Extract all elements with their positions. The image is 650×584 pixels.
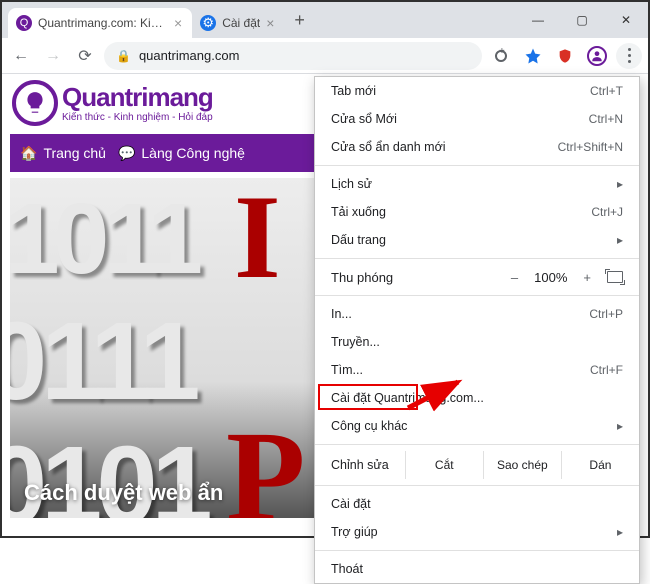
address-bar[interactable]: 🔒 quantrimang.com [104, 42, 482, 70]
lock-icon: 🔒 [116, 49, 131, 63]
menu-label: Dấu trang [331, 233, 386, 247]
logo-tagline: Kiến thức - Kinh nghiệm - Hỏi đáp [62, 112, 213, 123]
home-icon: 🏠 [20, 145, 37, 162]
hero-decor: 1011 [10, 182, 197, 297]
chevron-right-icon: ▸ [617, 525, 623, 539]
new-tab-button[interactable]: + [284, 10, 315, 31]
fullscreen-icon[interactable] [607, 271, 623, 283]
logo-text: Quantrimang [62, 84, 213, 110]
nav-tech[interactable]: 💬 Làng Công nghệ [118, 145, 245, 162]
close-icon[interactable]: × [174, 15, 182, 31]
zoom-out-button[interactable]: – [511, 270, 518, 285]
bookmark-star-icon[interactable] [520, 43, 546, 69]
menu-bookmarks[interactable]: Dấu trang ▸ [315, 226, 639, 254]
shield-icon[interactable] [552, 43, 578, 69]
menu-more-tools[interactable]: Công cụ khác ▸ [315, 412, 639, 440]
menu-new-tab[interactable]: Tab mới Ctrl+T [315, 77, 639, 105]
menu-shortcut: Ctrl+J [591, 205, 623, 219]
menu-print[interactable]: In... Ctrl+P [315, 300, 639, 328]
window-controls: — ▢ ✕ [516, 2, 648, 38]
menu-edit-row: Chỉnh sửa Cắt Sao chép Dán [315, 449, 639, 481]
favicon-quantrimang: Q [16, 15, 32, 31]
tab-settings[interactable]: ⚙ Cài đặt × [192, 8, 284, 38]
menu-shortcut: Ctrl+F [590, 363, 623, 377]
menu-zoom: Thu phóng – 100% + [315, 263, 639, 291]
nav-label: Làng Công nghệ [141, 145, 245, 161]
minimize-button[interactable]: — [516, 2, 560, 38]
menu-shortcut: Ctrl+N [589, 112, 623, 126]
chevron-right-icon: ▸ [617, 177, 623, 191]
menu-install-app[interactable]: Cài đặt Quantrimang.com... [315, 384, 639, 412]
close-window-button[interactable]: ✕ [604, 2, 648, 38]
menu-label: Cài đặt Quantrimang.com... [331, 391, 484, 405]
zoom-plus-icon[interactable] [488, 43, 514, 69]
menu-label: Lịch sử [331, 177, 372, 191]
tab-quantrimang[interactable]: Q Quantrimang.com: Kiến Th... × [8, 8, 192, 38]
menu-label: Truyền... [331, 335, 380, 349]
hero-decor: 0111 [10, 298, 195, 425]
menu-separator [315, 485, 639, 486]
edit-paste[interactable]: Dán [561, 451, 639, 479]
menu-settings[interactable]: Cài đặt [315, 490, 639, 518]
maximize-button[interactable]: ▢ [560, 2, 604, 38]
edit-cut[interactable]: Cắt [405, 451, 483, 479]
menu-separator [315, 258, 639, 259]
menu-label: Thu phóng [331, 270, 393, 285]
menu-label: Công cụ khác [331, 419, 407, 433]
menu-label: Trợ giúp [331, 525, 378, 539]
edit-copy[interactable]: Sao chép [483, 451, 561, 479]
nav-home[interactable]: 🏠 Trang chủ [20, 145, 106, 162]
menu-label: Cửa sổ Mới [331, 112, 397, 126]
zoom-in-button[interactable]: + [583, 270, 591, 285]
browser-toolbar: ← → ⟳ 🔒 quantrimang.com [2, 38, 648, 74]
reload-button[interactable]: ⟳ [72, 43, 98, 69]
close-icon[interactable]: × [266, 15, 274, 31]
chrome-main-menu: Tab mới Ctrl+T Cửa sổ Mới Ctrl+N Cửa sổ … [314, 76, 640, 584]
url-text: quantrimang.com [139, 48, 239, 63]
forward-button[interactable]: → [40, 43, 66, 69]
menu-help[interactable]: Trợ giúp ▸ [315, 518, 639, 546]
hero-title: Cách duyệt web ẩn [24, 480, 223, 506]
menu-history[interactable]: Lịch sử ▸ [315, 170, 639, 198]
menu-cast[interactable]: Truyền... [315, 328, 639, 356]
back-button[interactable]: ← [8, 43, 34, 69]
tab-title: Cài đặt [222, 16, 260, 30]
menu-separator [315, 444, 639, 445]
chevron-right-icon: ▸ [617, 233, 623, 247]
menu-button[interactable] [616, 43, 642, 69]
browser-titlebar: Q Quantrimang.com: Kiến Th... × ⚙ Cài đặ… [2, 2, 648, 38]
chat-icon: 💬 [118, 145, 135, 162]
menu-label: Tải xuống [331, 205, 386, 219]
gear-icon: ⚙ [200, 15, 216, 31]
menu-label: Chỉnh sửa [315, 458, 405, 472]
menu-label: Cài đặt [331, 497, 371, 511]
menu-find[interactable]: Tìm... Ctrl+F [315, 356, 639, 384]
chevron-right-icon: ▸ [617, 419, 623, 433]
menu-separator [315, 550, 639, 551]
menu-label: Tìm... [331, 363, 363, 377]
menu-label: In... [331, 307, 352, 321]
menu-label: Thoát [331, 562, 363, 576]
hero-decor: P [226, 402, 305, 518]
menu-label: Tab mới [331, 84, 376, 98]
menu-shortcut: Ctrl+P [589, 307, 623, 321]
menu-separator [315, 295, 639, 296]
menu-exit[interactable]: Thoát [315, 555, 639, 583]
menu-shortcut: Ctrl+T [590, 84, 623, 98]
bulb-icon [12, 80, 58, 126]
menu-incognito[interactable]: Cửa sổ ẩn danh mới Ctrl+Shift+N [315, 133, 639, 161]
menu-label: Cửa sổ ẩn danh mới [331, 140, 446, 154]
menu-new-window[interactable]: Cửa sổ Mới Ctrl+N [315, 105, 639, 133]
nav-label: Trang chủ [43, 145, 106, 161]
menu-shortcut: Ctrl+Shift+N [558, 140, 623, 154]
profile-avatar[interactable] [584, 43, 610, 69]
zoom-value: 100% [534, 270, 567, 285]
menu-downloads[interactable]: Tải xuống Ctrl+J [315, 198, 639, 226]
menu-separator [315, 165, 639, 166]
hero-decor: I [234, 178, 281, 306]
tab-title: Quantrimang.com: Kiến Th... [38, 16, 168, 30]
